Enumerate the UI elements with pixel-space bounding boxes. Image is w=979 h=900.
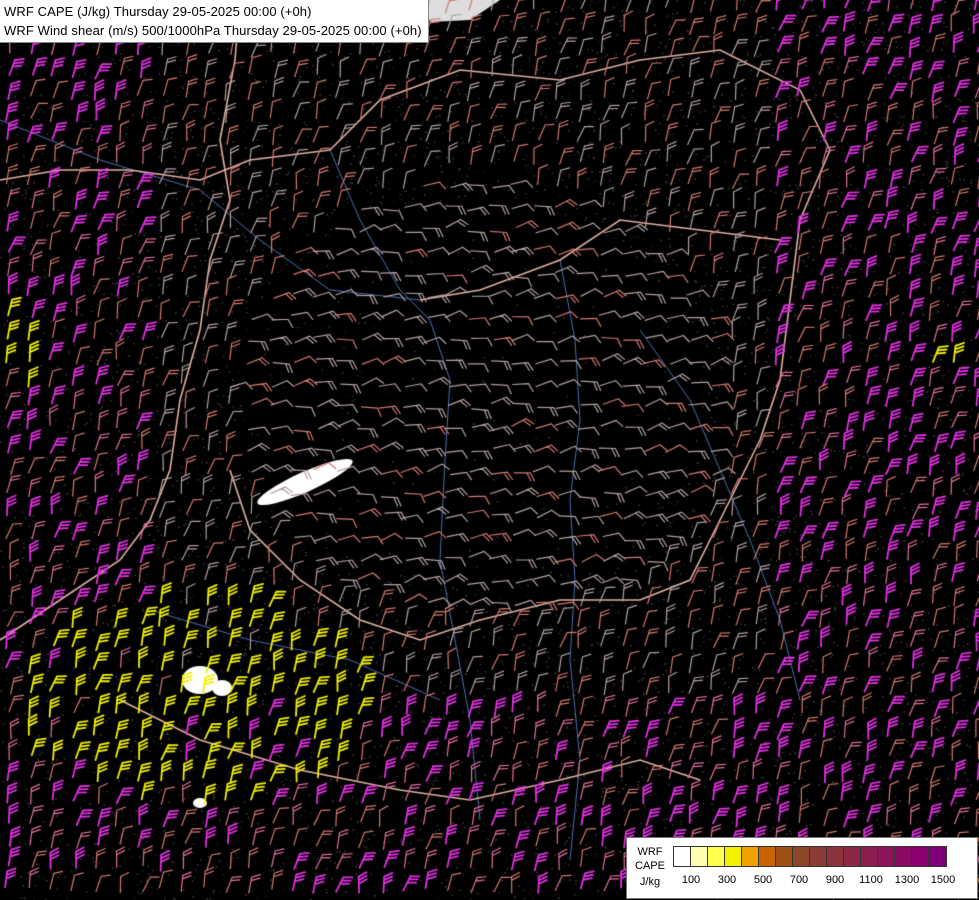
legend-color-scale: [673, 846, 947, 867]
legend-tick-labels: 100 300 500 700 900 1100 1300 1500: [673, 874, 973, 888]
legend-swatch: [793, 847, 810, 866]
legend-tick: 1300: [894, 874, 920, 886]
legend-swatch: [674, 847, 691, 866]
legend-swatch: [708, 847, 725, 866]
title-cape: WRF CAPE (J/kg) Thursday 29-05-2025 00:0…: [4, 4, 312, 19]
legend-swatch: [691, 847, 708, 866]
title-wind-shear: WRF Wind shear (m/s) 500/1000hPa Thursda…: [4, 23, 422, 38]
legend-tick: 700: [789, 874, 809, 886]
cape-legend: WRF CAPE J/kg 100 300 500 700 900 1100 1300 150…: [626, 837, 978, 899]
legend-swatch: [776, 847, 793, 866]
legend-swatch: [878, 847, 895, 866]
legend-tick: 1500: [930, 874, 956, 886]
legend-tick: 900: [825, 874, 845, 886]
legend-swatch: [844, 847, 861, 866]
map-title: WRF CAPE (J/kg) Thursday 29-05-2025 00:0…: [0, 0, 429, 43]
legend-swatch: [861, 847, 878, 866]
legend-swatch: [742, 847, 759, 866]
legend-tick: 300: [717, 874, 737, 886]
legend-label-wrf: WRF: [637, 846, 663, 858]
legend-swatch: [725, 847, 742, 866]
legend-tick: 500: [753, 874, 773, 886]
legend-swatch: [810, 847, 827, 866]
legend-swatch: [929, 847, 946, 866]
legend-tick: 1100: [859, 874, 883, 886]
wind-shear-map[interactable]: [0, 0, 979, 900]
legend-tick: 100: [681, 874, 701, 886]
legend-swatch: [827, 847, 844, 866]
legend-swatch: [895, 847, 912, 866]
legend-swatch: [759, 847, 776, 866]
legend-swatch: [912, 847, 929, 866]
legend-label-unit: J/kg: [639, 876, 661, 888]
legend-label-cape: CAPE: [635, 860, 665, 872]
